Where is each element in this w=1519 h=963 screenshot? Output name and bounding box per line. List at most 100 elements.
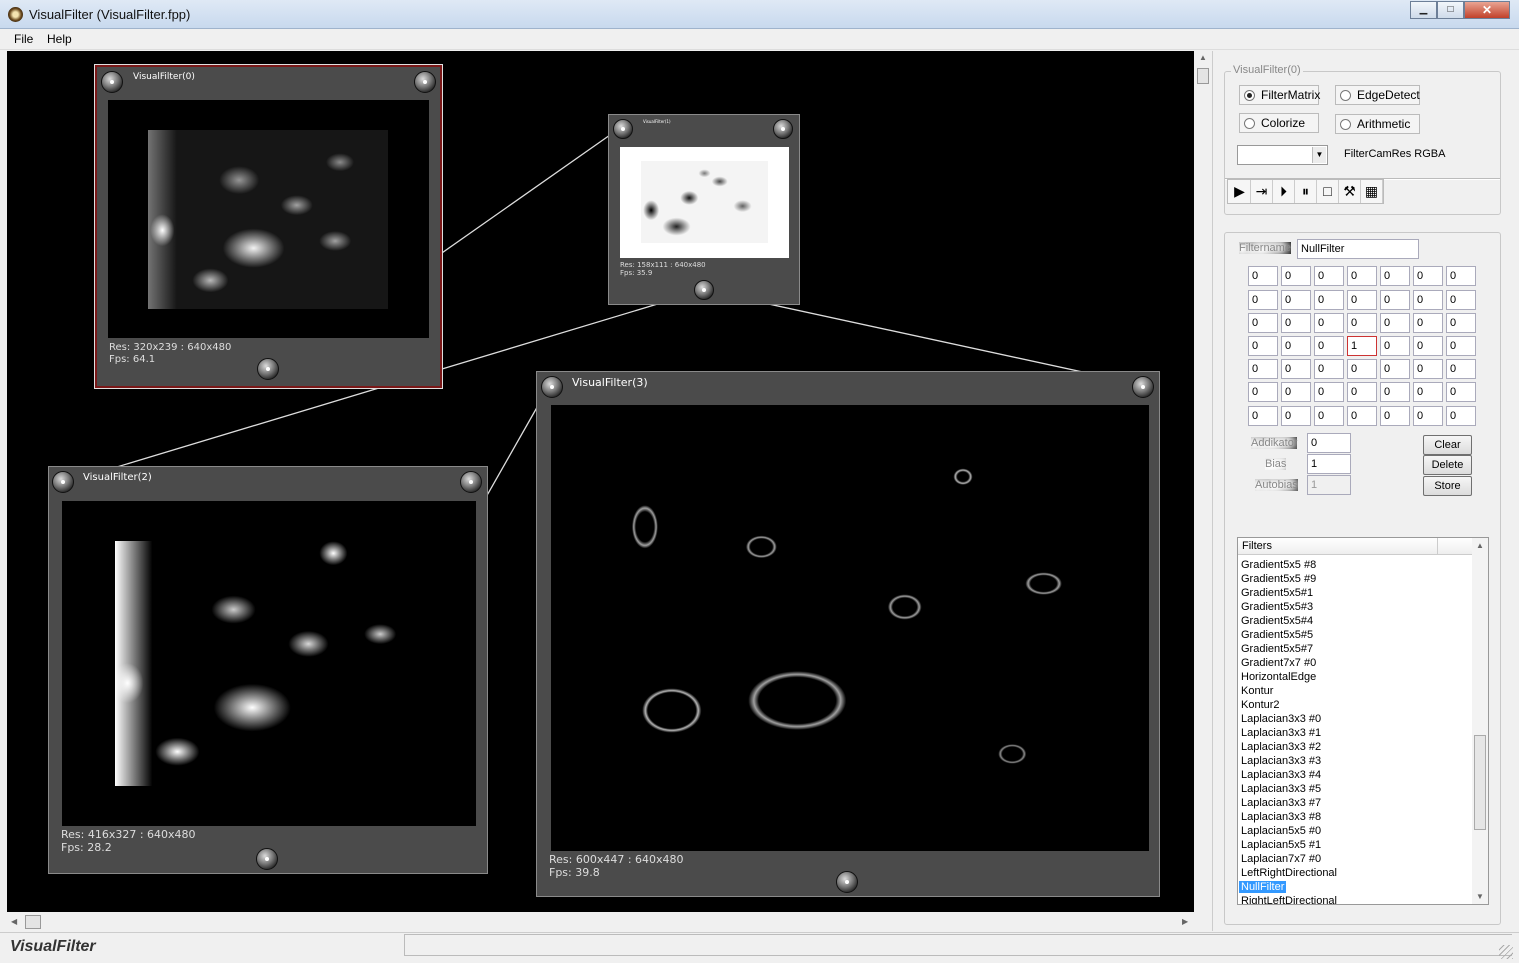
matrix-cell-r2c2[interactable]: 0 xyxy=(1314,313,1344,333)
matrix-cell-r2c4[interactable]: 0 xyxy=(1380,313,1410,333)
filtername-input[interactable]: NullFilter xyxy=(1297,239,1419,259)
list-item[interactable]: Laplacian3x3 #2 xyxy=(1238,740,1473,754)
matrix-cell-r1c4[interactable]: 0 xyxy=(1380,290,1410,310)
list-item[interactable]: RightLeftDirectional xyxy=(1238,894,1473,904)
filter-node-1[interactable]: VisualFilter(1) Res: 158x111 : 640x480 F… xyxy=(608,114,800,305)
list-item[interactable]: Gradient5x5#5 xyxy=(1238,628,1473,642)
filter-node-2[interactable]: VisualFilter(2) Res: 416x327 : 640x480 F… xyxy=(48,466,488,874)
matrix-cell-r3c4[interactable]: 0 xyxy=(1380,336,1410,356)
matrix-cell-r3c5[interactable]: 0 xyxy=(1413,336,1443,356)
matrix-cell-r5c5[interactable]: 0 xyxy=(1413,382,1443,402)
matrix-cell-r0c4[interactable]: 0 xyxy=(1380,266,1410,286)
next-frame-icon[interactable]: ⏵ xyxy=(1273,180,1295,203)
resize-grip-icon[interactable] xyxy=(1499,945,1513,959)
matrix-cell-r0c0[interactable]: 0 xyxy=(1248,266,1278,286)
matrix-cell-r0c5[interactable]: 0 xyxy=(1413,266,1443,286)
store-button[interactable]: Store xyxy=(1423,476,1472,496)
matrix-cell-r3c0[interactable]: 0 xyxy=(1248,336,1278,356)
list-item[interactable]: Gradient7x7 #0 xyxy=(1238,656,1473,670)
matrix-cell-r3c2[interactable]: 0 xyxy=(1314,336,1344,356)
matrix-cell-r5c4[interactable]: 0 xyxy=(1380,382,1410,402)
list-item[interactable]: NullFilter xyxy=(1238,880,1473,894)
canvas-vertical-scrollbar[interactable]: ▲ xyxy=(1195,51,1211,912)
matrix-cell-r1c2[interactable]: 0 xyxy=(1314,290,1344,310)
matrix-cell-r5c6[interactable]: 0 xyxy=(1446,382,1476,402)
close-button[interactable]: ✕ xyxy=(1464,1,1510,19)
matrix-cell-r6c2[interactable]: 0 xyxy=(1314,406,1344,426)
menu-file[interactable]: File xyxy=(14,32,33,46)
stop-icon[interactable]: □ xyxy=(1317,180,1339,203)
matrix-cell-r5c3[interactable]: 0 xyxy=(1347,382,1377,402)
radio-edgedetect[interactable]: EdgeDetect xyxy=(1335,85,1420,105)
matrix-cell-r0c6[interactable]: 0 xyxy=(1446,266,1476,286)
maximize-button[interactable]: □ xyxy=(1437,1,1464,19)
play-icon[interactable]: ▶ xyxy=(1229,180,1251,203)
scroll-up-icon[interactable]: ▲ xyxy=(1476,541,1484,550)
matrix-cell-r4c5[interactable]: 0 xyxy=(1413,359,1443,379)
matrix-cell-r6c5[interactable]: 0 xyxy=(1413,406,1443,426)
list-item[interactable]: Laplacian3x3 #1 xyxy=(1238,726,1473,740)
node-output-knob[interactable] xyxy=(773,119,793,139)
node-input-knob[interactable] xyxy=(101,71,123,93)
matrix-cell-r6c6[interactable]: 0 xyxy=(1446,406,1476,426)
list-item[interactable]: Kontur xyxy=(1238,684,1473,698)
matrix-cell-r5c0[interactable]: 0 xyxy=(1248,382,1278,402)
matrix-cell-r0c2[interactable]: 0 xyxy=(1314,266,1344,286)
matrix-cell-r4c6[interactable]: 0 xyxy=(1446,359,1476,379)
node-output-knob[interactable] xyxy=(414,71,436,93)
camres-combo[interactable]: ▼ xyxy=(1237,145,1328,165)
filters-list[interactable]: Filters Gradient5x5 #8 Gradient5x5 #9 Grad… xyxy=(1237,537,1489,905)
node-input-knob[interactable] xyxy=(541,376,563,398)
list-item[interactable]: Gradient5x5#4 xyxy=(1238,614,1473,628)
scroll-thumb[interactable] xyxy=(1474,735,1486,830)
minimize-button[interactable]: ▁ xyxy=(1410,1,1437,19)
matrix-cell-r6c0[interactable]: 0 xyxy=(1248,406,1278,426)
filter-node-0[interactable]: VisualFilter(0) Res: 320x239 : 640x480 F… xyxy=(95,65,442,388)
matrix-cell-r4c0[interactable]: 0 xyxy=(1248,359,1278,379)
list-item[interactable]: Gradient5x5#1 xyxy=(1238,586,1473,600)
filter-node-3[interactable]: VisualFilter(3) Res: 600x447 : 640x480 F… xyxy=(536,371,1160,897)
matrix-cell-r3c6[interactable]: 0 xyxy=(1446,336,1476,356)
matrix-cell-r0c1[interactable]: 0 xyxy=(1281,266,1311,286)
matrix-cell-r2c6[interactable]: 0 xyxy=(1446,313,1476,333)
node-input-knob[interactable] xyxy=(613,119,633,139)
pause-icon[interactable]: ⏸ xyxy=(1295,180,1317,203)
list-item[interactable]: Laplacian7x7 #0 xyxy=(1238,852,1473,866)
node-bottom-knob[interactable] xyxy=(694,280,714,300)
matrix-cell-r3c3[interactable]: 1 xyxy=(1347,336,1377,356)
node-output-knob[interactable] xyxy=(460,471,482,493)
step-forward-icon[interactable]: ⇥ xyxy=(1251,180,1273,203)
node-input-knob[interactable] xyxy=(52,471,74,493)
tool-icon[interactable]: ⚒ xyxy=(1339,180,1361,203)
matrix-cell-r0c3[interactable]: 0 xyxy=(1347,266,1377,286)
addikator-input[interactable]: 0 xyxy=(1307,433,1351,453)
list-item[interactable]: Laplacian3x3 #5 xyxy=(1238,782,1473,796)
matrix-cell-r3c1[interactable]: 0 xyxy=(1281,336,1311,356)
list-item[interactable]: Laplacian3x3 #8 xyxy=(1238,810,1473,824)
clear-button[interactable]: Clear xyxy=(1423,435,1472,455)
matrix-cell-r5c2[interactable]: 0 xyxy=(1314,382,1344,402)
matrix-cell-r1c6[interactable]: 0 xyxy=(1446,290,1476,310)
radio-arithmetic[interactable]: Arithmetic xyxy=(1335,114,1420,134)
list-item[interactable]: Laplacian3x3 #4 xyxy=(1238,768,1473,782)
matrix-cell-r1c0[interactable]: 0 xyxy=(1248,290,1278,310)
matrix-cell-r6c1[interactable]: 0 xyxy=(1281,406,1311,426)
matrix-cell-r1c3[interactable]: 0 xyxy=(1347,290,1377,310)
matrix-cell-r1c5[interactable]: 0 xyxy=(1413,290,1443,310)
filters-column-header[interactable]: Filters xyxy=(1238,538,1438,555)
list-item[interactable]: HorizontalEdge xyxy=(1238,670,1473,684)
list-item[interactable]: Laplacian3x3 #0 xyxy=(1238,712,1473,726)
film-icon[interactable]: ▦ xyxy=(1361,180,1383,203)
radio-filtermatrix[interactable]: FilterMatrix xyxy=(1239,85,1320,105)
node-bottom-knob[interactable] xyxy=(836,871,858,893)
matrix-cell-r2c3[interactable]: 0 xyxy=(1347,313,1377,333)
matrix-cell-r2c5[interactable]: 0 xyxy=(1413,313,1443,333)
matrix-cell-r6c3[interactable]: 0 xyxy=(1347,406,1377,426)
node-canvas[interactable]: VisualFilter(0) Res: 320x239 : 640x480 F… xyxy=(7,51,1194,912)
list-item[interactable]: Kontur2 xyxy=(1238,698,1473,712)
matrix-cell-r2c1[interactable]: 0 xyxy=(1281,313,1311,333)
scroll-right-icon[interactable]: ▶ xyxy=(1182,917,1188,926)
filters-list-scrollbar[interactable]: ▲ ▼ xyxy=(1472,538,1488,904)
matrix-cell-r4c2[interactable]: 0 xyxy=(1314,359,1344,379)
scroll-up-icon[interactable]: ▲ xyxy=(1199,53,1207,62)
